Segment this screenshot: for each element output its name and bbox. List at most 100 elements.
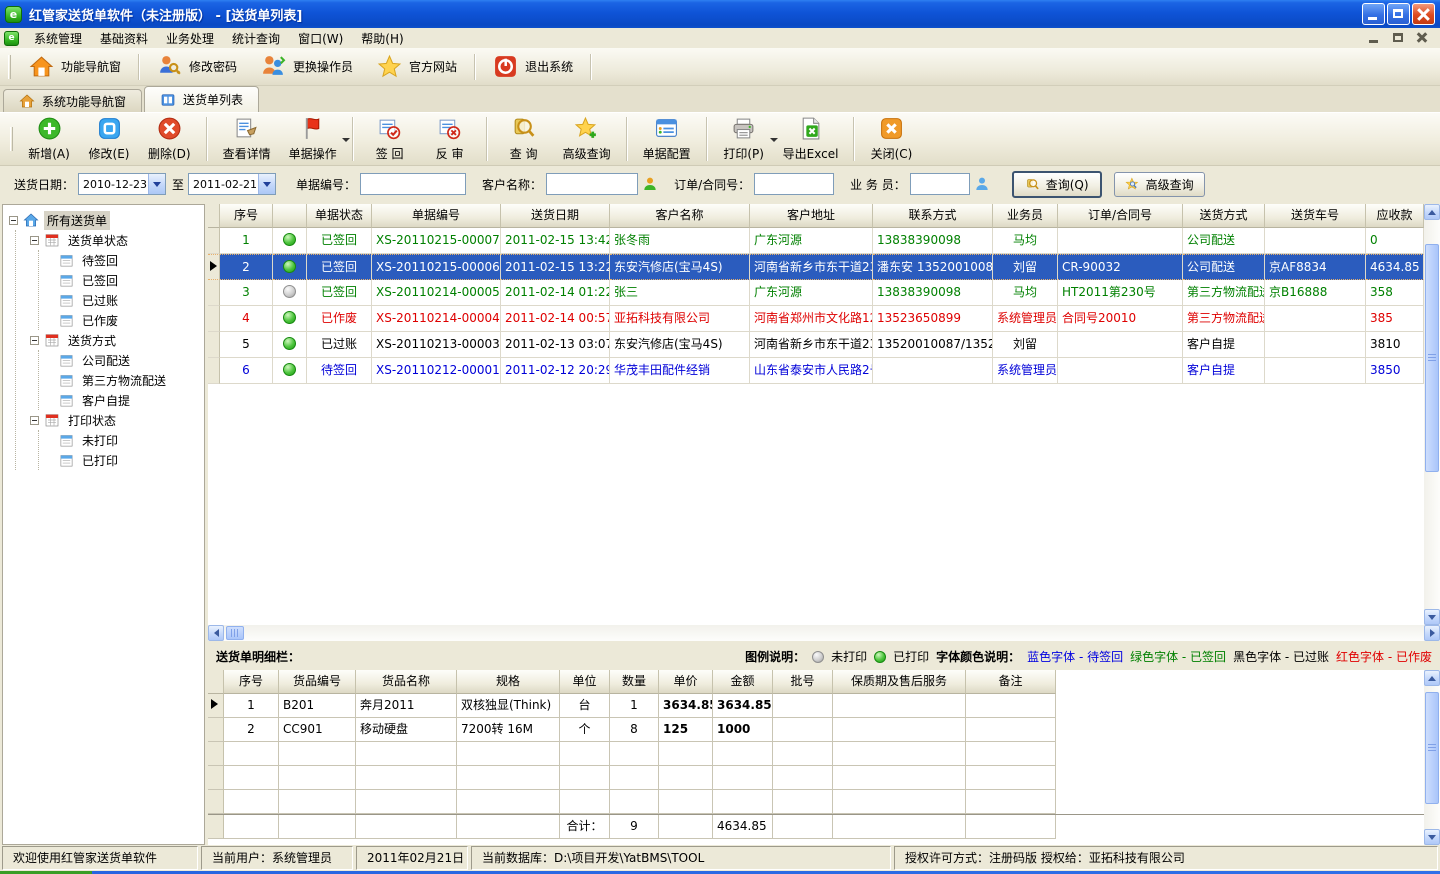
tree-collapse-icon[interactable]: [30, 336, 39, 345]
col-delivery-method[interactable]: 送货方式: [1183, 204, 1265, 228]
tree-group-order-status[interactable]: 送货单状态: [16, 230, 204, 250]
tree-item-customer-pickup[interactable]: 客户自提: [39, 390, 204, 410]
switch-operator-button[interactable]: 更换操作员: [249, 50, 365, 83]
tree-item-label[interactable]: 公司配送: [79, 351, 133, 370]
tree-item-signed-back[interactable]: 已签回: [39, 270, 204, 290]
view-detail-button[interactable]: 查看详情: [214, 114, 280, 164]
salesman-input[interactable]: [910, 173, 970, 195]
query-button[interactable]: 查 询: [494, 114, 554, 164]
col-item-name[interactable]: 货品名称: [356, 670, 457, 694]
order-row-1[interactable]: 1 已签回 XS-20110215-00007 2011-02-15 13:42…: [208, 228, 1424, 254]
exit-system-button[interactable]: 退出系统: [481, 50, 585, 83]
delete-button[interactable]: 删除(D): [139, 114, 200, 164]
reject-audit-button[interactable]: 反 审: [420, 114, 480, 164]
col-status[interactable]: 单据状态: [307, 204, 372, 228]
tree-item-awaiting-signback[interactable]: 待签回: [39, 250, 204, 270]
bill-config-button[interactable]: 单据配置: [634, 114, 700, 164]
tree-group-delivery-method[interactable]: 送货方式: [16, 330, 204, 350]
tree-item-all-orders[interactable]: 所有送货单: [3, 210, 204, 230]
col-warranty[interactable]: 保质期及售后服务: [833, 670, 966, 694]
col-truck-no[interactable]: 送货车号: [1265, 204, 1366, 228]
tree-item-printed[interactable]: 已打印: [39, 450, 204, 470]
menu-help[interactable]: 帮助(H): [352, 28, 412, 49]
tree-item-label[interactable]: 所有送货单: [44, 211, 110, 230]
col-amount[interactable]: 金额: [713, 670, 773, 694]
tree-item-label[interactable]: 客户自提: [79, 391, 133, 410]
change-password-button[interactable]: 修改密码: [145, 50, 249, 83]
menu-base-data[interactable]: 基础资料: [91, 28, 157, 49]
customer-picker-icon[interactable]: [642, 176, 658, 192]
customer-input[interactable]: [546, 173, 638, 195]
detail-table-vertical-scrollbar[interactable]: [1424, 670, 1440, 845]
scroll-right-button[interactable]: [1424, 625, 1440, 641]
minimize-button[interactable]: [1362, 3, 1385, 25]
mdi-close-button[interactable]: [1412, 30, 1432, 46]
scroll-up-button[interactable]: [1424, 670, 1440, 686]
menu-system[interactable]: 系统管理: [25, 28, 91, 49]
tab-system-navigator[interactable]: 系统功能导航窗: [3, 89, 142, 112]
query-submit-button[interactable]: 查询(Q): [1012, 171, 1102, 198]
order-row-3[interactable]: 3 已签回 XS-20110214-00005 2011-02-14 01:22…: [208, 280, 1424, 306]
bill-actions-button[interactable]: 单据操作: [280, 114, 346, 164]
menu-business[interactable]: 业务处理: [157, 28, 223, 49]
col-print-dot[interactable]: [273, 204, 307, 228]
tab-delivery-order-list[interactable]: 送货单列表: [144, 86, 259, 112]
col-salesman[interactable]: 业务员: [993, 204, 1058, 228]
order-no-input[interactable]: [754, 173, 834, 195]
col-contact[interactable]: 联系方式: [873, 204, 993, 228]
tree-collapse-icon[interactable]: [9, 216, 18, 225]
tree-item-label[interactable]: 送货方式: [65, 331, 119, 350]
tree-item-third-party-logistics[interactable]: 第三方物流配送: [39, 370, 204, 390]
sign-back-button[interactable]: 签 回: [360, 114, 420, 164]
nav-window-button[interactable]: 功能导航窗: [17, 50, 133, 83]
tree-item-label[interactable]: 未打印: [79, 431, 121, 450]
menu-window[interactable]: 窗口(W): [289, 28, 352, 49]
tree-item-label[interactable]: 打印状态: [65, 411, 119, 430]
tree-collapse-icon[interactable]: [30, 236, 39, 245]
scroll-down-button[interactable]: [1424, 829, 1440, 845]
combo-dropdown-button[interactable]: [258, 174, 275, 194]
main-table-vertical-scrollbar[interactable]: [1424, 204, 1440, 625]
salesman-picker-icon[interactable]: [974, 176, 990, 192]
order-row-4[interactable]: 4 已作废 XS-20110214-00004 2011-02-14 00:57…: [208, 306, 1424, 332]
restore-button[interactable]: [1387, 3, 1410, 25]
tree-item-label[interactable]: 已作废: [79, 311, 121, 330]
col-no[interactable]: 序号: [224, 670, 279, 694]
tree-item-label[interactable]: 已过账: [79, 291, 121, 310]
date-from-combobox[interactable]: 2010-12-23: [78, 173, 166, 195]
tree-item-posted[interactable]: 已过账: [39, 290, 204, 310]
order-row-6[interactable]: 6 待签回 XS-20110212-00001 2011-02-12 20:29…: [208, 358, 1424, 384]
scroll-up-button[interactable]: [1424, 204, 1440, 220]
col-unit[interactable]: 单位: [560, 670, 610, 694]
scrollbar-thumb[interactable]: [1425, 244, 1439, 472]
detail-row-2[interactable]: 2 CC901 移动硬盘 7200转 16M 个 8 125 1000: [208, 718, 1424, 742]
col-item-code[interactable]: 货品编号: [279, 670, 356, 694]
col-address[interactable]: 客户地址: [750, 204, 873, 228]
close-view-button[interactable]: 关闭(C): [861, 114, 921, 164]
scroll-left-button[interactable]: [208, 625, 224, 641]
tree-item-label[interactable]: 已打印: [79, 451, 121, 470]
toolbar-grip[interactable]: [10, 127, 13, 151]
tree-group-print-status[interactable]: 打印状态: [16, 410, 204, 430]
col-delivery-date[interactable]: 送货日期: [501, 204, 610, 228]
print-button[interactable]: 打印(P): [714, 114, 774, 164]
add-button[interactable]: 新增(A): [19, 114, 79, 164]
col-qty[interactable]: 数量: [610, 670, 659, 694]
edit-button[interactable]: 修改(E): [79, 114, 139, 164]
col-receivable[interactable]: 应收款: [1366, 204, 1424, 228]
tree-item-label[interactable]: 送货单状态: [65, 231, 131, 250]
col-order-no[interactable]: 订单/合同号: [1058, 204, 1183, 228]
tree-collapse-icon[interactable]: [30, 416, 39, 425]
scrollbar-thumb[interactable]: [226, 626, 244, 640]
order-row-5[interactable]: 5 已过账 XS-20110213-00003 2011-02-13 03:07…: [208, 332, 1424, 358]
combo-dropdown-button[interactable]: [148, 174, 165, 194]
col-batch[interactable]: 批号: [773, 670, 833, 694]
tree-item-label[interactable]: 第三方物流配送: [79, 371, 169, 390]
scrollbar-thumb[interactable]: [1425, 692, 1439, 804]
menu-statistics[interactable]: 统计查询: [223, 28, 289, 49]
col-price[interactable]: 单价: [659, 670, 713, 694]
col-customer[interactable]: 客户名称: [610, 204, 750, 228]
col-bill-no[interactable]: 单据编号: [372, 204, 501, 228]
tree-item-voided[interactable]: 已作废: [39, 310, 204, 330]
mdi-restore-button[interactable]: [1388, 30, 1408, 46]
